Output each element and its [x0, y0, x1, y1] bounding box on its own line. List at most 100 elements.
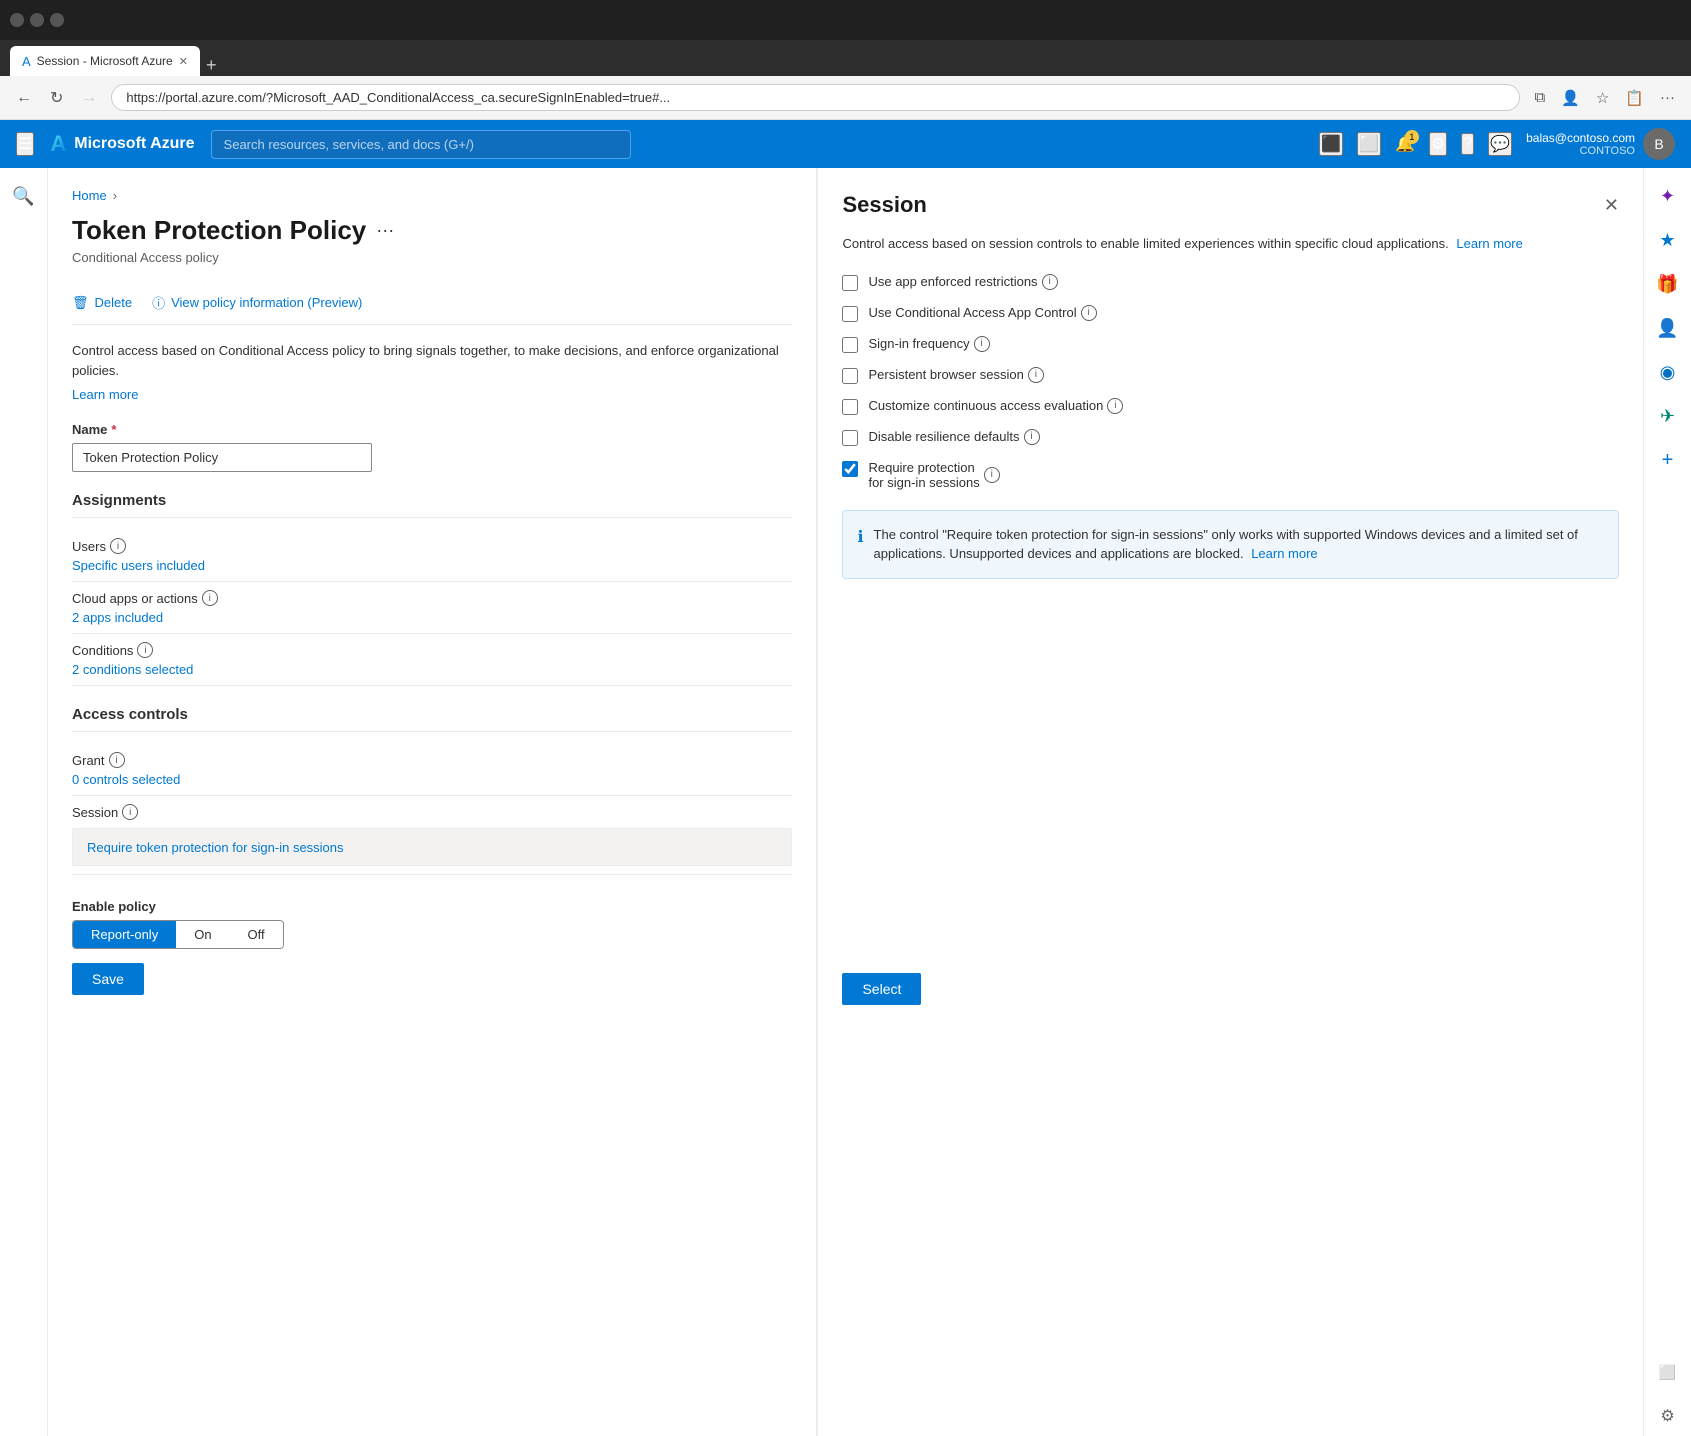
session-info-icon[interactable]: i: [122, 804, 138, 820]
teams-sidebar-icon[interactable]: ✈: [1648, 396, 1688, 436]
new-tab-btn[interactable]: +: [206, 55, 217, 76]
conditions-value-link[interactable]: 2 conditions selected: [72, 662, 792, 677]
persistent-browser-checkbox[interactable]: [842, 368, 858, 384]
extensions-btn[interactable]: ⧉: [1530, 85, 1549, 110]
toggle-off[interactable]: Off: [230, 921, 283, 948]
favorites-btn[interactable]: ☆: [1592, 85, 1613, 111]
outlook-sidebar-icon[interactable]: ◉: [1648, 352, 1688, 392]
continuous-access-info-icon[interactable]: i: [1107, 398, 1123, 414]
name-field-label: Name *: [72, 422, 792, 437]
conditions-info-icon[interactable]: i: [137, 642, 153, 658]
signin-frequency-label: Sign-in frequency i: [868, 336, 989, 352]
access-controls-section: Access controls Grant i 0 controls selec…: [72, 706, 792, 875]
hamburger-menu-btn[interactable]: ☰: [16, 132, 34, 156]
view-policy-icon: ⓘ: [152, 293, 165, 312]
toggle-report-only[interactable]: Report-only: [73, 921, 176, 948]
cloud-apps-info-icon[interactable]: i: [202, 590, 218, 606]
session-learn-more-link[interactable]: Learn more: [1456, 236, 1522, 251]
session-value[interactable]: Require token protection for sign-in ses…: [87, 840, 344, 855]
more-btn[interactable]: ···: [1656, 85, 1679, 110]
toggle-on[interactable]: On: [176, 921, 229, 948]
toolbar: 🗑 Delete ⓘ View policy information (Prev…: [72, 281, 792, 325]
session-label: Session i: [72, 804, 792, 820]
settings-sidebar-icon[interactable]: ⚙: [1648, 1396, 1688, 1436]
persistent-browser-label: Persistent browser session i: [868, 367, 1043, 383]
close-window-btn[interactable]: [50, 13, 64, 27]
content-area: Home › Token Protection Policy ··· Condi…: [48, 168, 1643, 1436]
page-title-row: Token Protection Policy ···: [72, 215, 792, 246]
users-value-link[interactable]: Specific users included: [72, 558, 792, 573]
cloud-apps-value-link[interactable]: 2 apps included: [72, 610, 792, 625]
more-options-btn[interactable]: ···: [376, 220, 394, 241]
page-subtitle: Conditional Access policy: [72, 250, 792, 265]
tab-close-btn[interactable]: ✕: [179, 55, 188, 68]
back-btn[interactable]: ←: [12, 85, 36, 111]
notification-area[interactable]: 🔔 1: [1395, 134, 1415, 154]
global-search-input[interactable]: [211, 130, 631, 159]
notification-badge-count: 1: [1405, 130, 1419, 144]
checkbox-item-app-control: Use Conditional Access App Control i: [842, 305, 1619, 322]
app-restrictions-checkbox[interactable]: [842, 275, 858, 291]
breadcrumb: Home ›: [72, 188, 792, 203]
active-tab[interactable]: A Session - Microsoft Azure ✕: [10, 46, 200, 76]
maximize-btn[interactable]: [30, 13, 44, 27]
add-sidebar-item-btn[interactable]: +: [1648, 440, 1688, 480]
copilot-sidebar-icon[interactable]: ✦: [1648, 176, 1688, 216]
browser-action-buttons: ⧉ 👤 ☆ 📋 ···: [1530, 85, 1679, 111]
user-info[interactable]: balas@contoso.com CONTOSO B: [1526, 128, 1675, 160]
continuous-access-checkbox[interactable]: [842, 399, 858, 415]
save-button[interactable]: Save: [72, 963, 144, 995]
users-info-icon[interactable]: i: [110, 538, 126, 554]
view-policy-btn[interactable]: ⓘ View policy information (Preview): [152, 293, 362, 312]
require-protection-label: Require protectionfor sign-in sessions i: [868, 460, 999, 490]
feedback-btn[interactable]: 💬: [1488, 132, 1512, 156]
resilience-defaults-info-icon[interactable]: i: [1024, 429, 1040, 445]
grant-info-icon[interactable]: i: [109, 752, 125, 768]
name-section: Name *: [72, 422, 792, 472]
expand-sidebar-icon[interactable]: ⬜: [1648, 1352, 1688, 1392]
resilience-defaults-checkbox[interactable]: [842, 430, 858, 446]
favorites-sidebar-icon[interactable]: ★: [1648, 220, 1688, 260]
minimize-btn[interactable]: [10, 13, 24, 27]
resources-sidebar-icon[interactable]: 🎁: [1648, 264, 1688, 304]
description-learn-more-link[interactable]: Learn more: [72, 387, 138, 402]
directory-btn[interactable]: ⬜: [1357, 132, 1381, 156]
signin-frequency-info-icon[interactable]: i: [974, 336, 990, 352]
app-restrictions-info-icon[interactable]: i: [1042, 274, 1058, 290]
delete-label: Delete: [95, 295, 133, 310]
access-controls-header: Access controls: [72, 706, 792, 732]
people-sidebar-icon[interactable]: 👤: [1648, 308, 1688, 348]
collections-btn[interactable]: 📋: [1621, 85, 1648, 111]
conditions-label: Conditions i: [72, 642, 792, 658]
app-control-checkbox[interactable]: [842, 306, 858, 322]
user-avatar[interactable]: B: [1643, 128, 1675, 160]
refresh-btn[interactable]: ↻: [46, 84, 67, 112]
delete-btn[interactable]: 🗑 Delete: [72, 295, 132, 311]
url-bar[interactable]: [111, 84, 1520, 111]
sidebar-search-icon[interactable]: 🔍: [4, 176, 44, 216]
cloud-shell-btn[interactable]: ⬛: [1319, 132, 1343, 156]
resilience-defaults-label: Disable resilience defaults i: [868, 429, 1039, 445]
address-bar: ← ↻ → ⧉ 👤 ☆ 📋 ···: [0, 76, 1691, 120]
info-banner-learn-more-link[interactable]: Learn more: [1251, 546, 1317, 561]
checkbox-item-signin-frequency: Sign-in frequency i: [842, 336, 1619, 353]
select-button[interactable]: Select: [842, 973, 921, 1005]
require-protection-checkbox[interactable]: [842, 461, 858, 477]
cloud-apps-row: Cloud apps or actions i 2 apps included: [72, 582, 792, 634]
policy-name-input[interactable]: [72, 443, 372, 472]
session-panel-close-btn[interactable]: ✕: [1604, 195, 1619, 216]
checkbox-item-resilience-defaults: Disable resilience defaults i: [842, 429, 1619, 446]
left-sidebar: 🔍: [0, 168, 48, 1436]
settings-btn[interactable]: ⚙: [1429, 132, 1447, 156]
persistent-browser-info-icon[interactable]: i: [1028, 367, 1044, 383]
checkbox-item-app-restrictions: Use app enforced restrictions i: [842, 274, 1619, 291]
require-protection-info-icon[interactable]: i: [984, 467, 1000, 483]
forward-btn[interactable]: →: [77, 85, 101, 111]
profile-btn[interactable]: 👤: [1557, 85, 1584, 111]
breadcrumb-home-link[interactable]: Home: [72, 188, 107, 203]
grant-value-link[interactable]: 0 controls selected: [72, 772, 792, 787]
azure-header: ☰ A Microsoft Azure ⬛ ⬜ 🔔 1 ⚙ ? 💬 balas@…: [0, 120, 1691, 168]
help-btn[interactable]: ?: [1461, 133, 1474, 155]
app-control-info-icon[interactable]: i: [1081, 305, 1097, 321]
signin-frequency-checkbox[interactable]: [842, 337, 858, 353]
